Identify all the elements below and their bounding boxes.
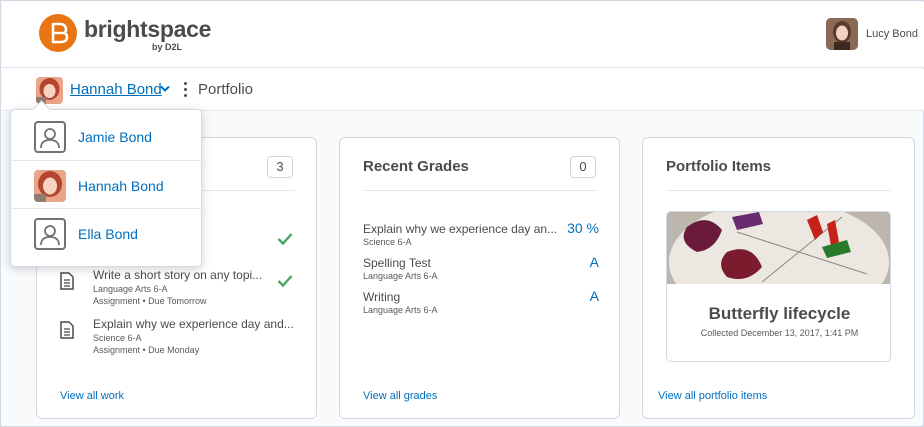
portfolio-item-title: Butterfly lifecycle — [708, 304, 851, 323]
dropdown-item-label: Hannah Bond — [78, 178, 164, 194]
grade-value: A — [589, 254, 599, 270]
portfolio-items-card: Portfolio Items Butterfly lifecycle Coll… — [642, 137, 915, 419]
portfolio-item-image — [667, 212, 890, 324]
chevron-down-icon[interactable] — [160, 85, 170, 93]
grade-item-course: Language Arts 6-A — [363, 305, 438, 315]
view-all-portfolio-link[interactable]: View all portfolio items — [658, 390, 767, 402]
child-avatar — [34, 170, 66, 202]
work-item-course: Language Arts 6-A — [93, 284, 168, 294]
work-item-meta: Assignment • Due Tomorrow — [93, 296, 207, 306]
assignment-icon — [60, 321, 74, 339]
brightspace-logo-icon[interactable] — [39, 14, 77, 52]
portfolio-item-date: Collected December 13, 2017, 1:41 PM — [700, 328, 859, 338]
assignment-icon — [60, 272, 74, 290]
grade-item-name: Explain why we experience day an... — [363, 222, 558, 236]
grade-item-course: Science 6-A — [363, 237, 412, 247]
card-title: Recent Grades — [363, 158, 469, 175]
top-header: brightspace by D2L Lucy Bond — [2, 2, 924, 68]
brand-subtitle: by D2L — [152, 42, 183, 52]
check-icon — [277, 233, 293, 246]
work-item-course: Science 6-A — [93, 333, 142, 343]
kebab-menu-icon[interactable] — [184, 82, 187, 98]
user-name[interactable]: Lucy Bond — [866, 28, 918, 40]
work-count-badge: 3 — [267, 156, 293, 178]
user-avatar[interactable] — [826, 18, 858, 50]
brand-name: brightspace — [84, 16, 212, 42]
generic-user-icon — [34, 121, 66, 153]
dropdown-item-ella[interactable]: Ella Bond — [11, 208, 201, 256]
grade-item-course: Language Arts 6-A — [363, 271, 438, 281]
divider — [666, 190, 891, 191]
nav-portfolio-link[interactable]: Portfolio — [198, 81, 253, 98]
view-all-grades-link[interactable]: View all grades — [363, 390, 437, 402]
view-all-work-link[interactable]: View all work — [60, 390, 124, 402]
dropdown-item-label: Ella Bond — [78, 226, 138, 242]
work-item-meta: Assignment • Due Monday — [93, 345, 200, 355]
grade-value: A — [589, 288, 599, 304]
portfolio-item-tile[interactable]: Butterfly lifecycle Collected December 1… — [666, 211, 891, 362]
grade-item-name: Writing — [363, 290, 401, 304]
recent-grades-card: Recent Grades 0 Explain why we experienc… — [339, 137, 620, 419]
work-item-title: Write a short story on any topi... — [93, 268, 263, 282]
child-selector-dropdown: Jamie Bond Hannah Bond Ella Bond — [10, 109, 202, 267]
dropdown-item-label: Jamie Bond — [78, 129, 152, 145]
grade-value: 30 % — [567, 220, 599, 236]
check-icon — [277, 275, 293, 288]
page-frame: brightspace by D2L Lucy Bond Hannah Bond — [0, 0, 924, 427]
grade-item-name: Spelling Test — [363, 256, 431, 270]
work-item-title: Explain why we experience day and... — [93, 317, 294, 331]
dropdown-item-jamie[interactable]: Jamie Bond — [11, 112, 201, 160]
card-title: Portfolio Items — [666, 158, 772, 175]
dropdown-item-hannah[interactable]: Hannah Bond — [11, 160, 201, 208]
navigation-bar: Hannah Bond Portfolio — [2, 69, 924, 111]
child-selector[interactable]: Hannah Bond — [70, 81, 162, 98]
grades-count-badge: 0 — [570, 156, 596, 178]
divider — [363, 190, 598, 191]
generic-user-icon — [34, 218, 66, 250]
